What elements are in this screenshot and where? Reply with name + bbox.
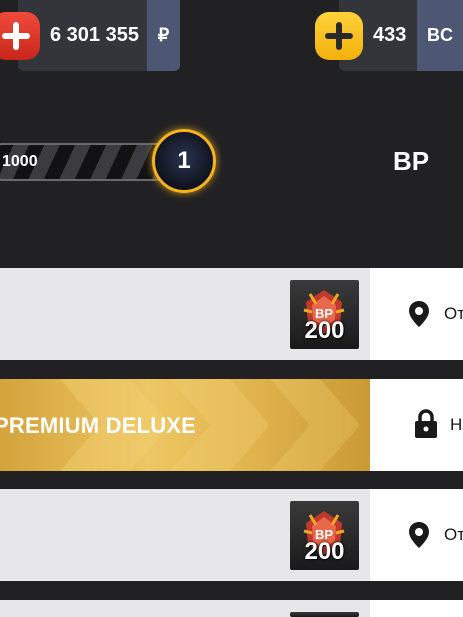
plus-icon (2, 22, 30, 50)
premium-title: PREMIUM DELUXE (0, 413, 197, 438)
rubles-code: ₽ (147, 0, 180, 71)
bp-reward-icon (290, 612, 359, 617)
status-text: От (444, 525, 463, 544)
plus-icon (325, 22, 353, 50)
bp-reward-icon: BP 200 (290, 501, 359, 570)
status-text: От (444, 304, 463, 323)
level-badge: 1 (152, 129, 216, 193)
premium-row[interactable]: PREMIUM DELUXE Н (0, 379, 463, 471)
bc-code: BC (417, 0, 463, 71)
premium-row-status: Н (370, 379, 463, 471)
add-bc-button[interactable] (315, 12, 363, 60)
reward-amount: 200 (304, 317, 345, 344)
bp-reward-icon: BP 200 (290, 280, 359, 349)
battle-pass-title: BP (393, 146, 430, 176)
reward-row-status (370, 600, 463, 617)
pin-icon (409, 522, 429, 548)
reward-amount: 200 (304, 538, 345, 565)
add-rubles-button[interactable] (0, 12, 40, 60)
reward-row-status: От (370, 489, 463, 581)
bp-progress-label: 1000 (2, 153, 38, 170)
rubles-balance: 6 301 355 ₽ (18, 0, 180, 71)
reward-row[interactable] (0, 600, 463, 617)
bc-amount: 433 (373, 24, 407, 46)
reward-row[interactable]: BP 200 От (0, 489, 463, 581)
pin-icon (409, 301, 429, 327)
reward-row[interactable]: BP 200 От (0, 268, 463, 360)
lock-icon (415, 409, 437, 438)
premium-banner: PREMIUM DELUXE (0, 379, 370, 471)
rubles-amount: 6 301 355 (50, 24, 139, 46)
reward-row-status: От (370, 268, 463, 360)
status-text: Н (450, 415, 463, 434)
